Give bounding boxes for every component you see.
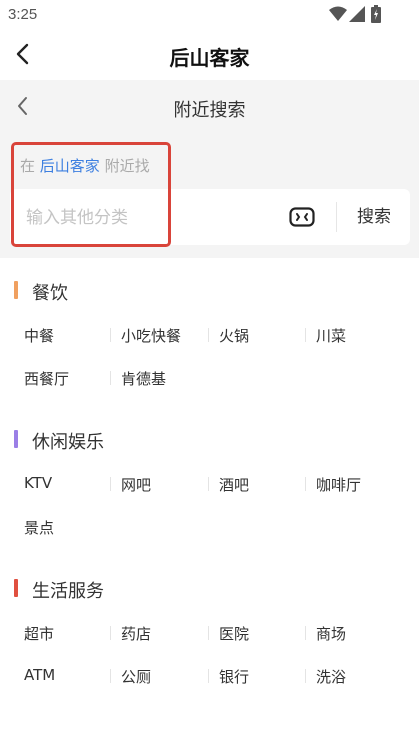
item-separator — [208, 477, 209, 491]
item-separator — [110, 328, 111, 342]
category-item[interactable]: 洗浴 — [316, 666, 346, 687]
category-item[interactable]: ATM — [24, 666, 55, 684]
section-color-bar — [14, 430, 18, 448]
category-item[interactable]: 商场 — [316, 623, 346, 644]
section-color-bar — [14, 579, 18, 597]
section-color-bar — [14, 281, 18, 299]
category-item[interactable]: 火锅 — [219, 325, 249, 346]
near-prefix: 在 — [20, 157, 36, 175]
search-input[interactable] — [24, 203, 228, 233]
title-bar: 后山客家 — [0, 30, 419, 80]
search-area: 在 后山客家 附近找 搜索 — [0, 136, 419, 258]
item-separator — [305, 328, 306, 342]
section-title: 休闲娱乐 — [32, 432, 104, 453]
category-item[interactable]: 川菜 — [316, 325, 346, 346]
category-item[interactable]: 肯德基 — [121, 368, 166, 389]
search-box: 搜索 — [10, 189, 410, 245]
category-item[interactable]: 银行 — [219, 666, 249, 687]
category-item[interactable]: 医院 — [219, 623, 249, 644]
item-separator — [305, 477, 306, 491]
item-separator — [208, 328, 209, 342]
nearby-location-line: 在 后山客家 附近找 — [20, 155, 150, 176]
near-suffix: 附近找 — [104, 157, 150, 175]
category-item[interactable]: 网吧 — [121, 474, 151, 495]
category-item[interactable]: KTV — [24, 474, 52, 492]
item-separator — [110, 477, 111, 491]
status-time: 3:25 — [8, 6, 38, 23]
search-divider — [336, 202, 337, 232]
category-item[interactable]: 超市 — [24, 623, 54, 644]
category-item[interactable]: 小吃快餐 — [121, 325, 181, 346]
category-item[interactable]: 酒吧 — [219, 474, 249, 495]
section-title: 餐饮 — [32, 283, 68, 304]
category-item[interactable]: 西餐厅 — [24, 368, 69, 389]
search-button[interactable]: 搜索 — [338, 203, 410, 231]
item-separator — [110, 371, 111, 385]
near-place-link[interactable]: 后山客家 — [40, 157, 100, 175]
sub-header: 附近搜索 — [0, 80, 419, 136]
wifi-icon — [329, 6, 347, 21]
voice-input-icon[interactable] — [289, 206, 315, 228]
item-separator — [305, 669, 306, 683]
category-item[interactable]: 咖啡厅 — [316, 474, 361, 495]
category-item[interactable]: 中餐 — [24, 325, 54, 346]
status-bar: 3:25 — [0, 0, 419, 30]
battery-icon — [371, 5, 381, 23]
item-separator — [305, 626, 306, 640]
sub-header-title: 附近搜索 — [173, 100, 246, 121]
category-item[interactable]: 公厕 — [121, 666, 151, 687]
item-separator — [110, 669, 111, 683]
signal-icon — [349, 6, 365, 22]
item-separator — [110, 626, 111, 640]
category-item[interactable]: 景点 — [24, 517, 54, 538]
section-title: 生活服务 — [32, 581, 104, 602]
item-separator — [208, 669, 209, 683]
category-item[interactable]: 药店 — [121, 623, 151, 644]
page-title: 后山客家 — [169, 46, 250, 70]
item-separator — [208, 626, 209, 640]
status-icons — [329, 5, 389, 24]
